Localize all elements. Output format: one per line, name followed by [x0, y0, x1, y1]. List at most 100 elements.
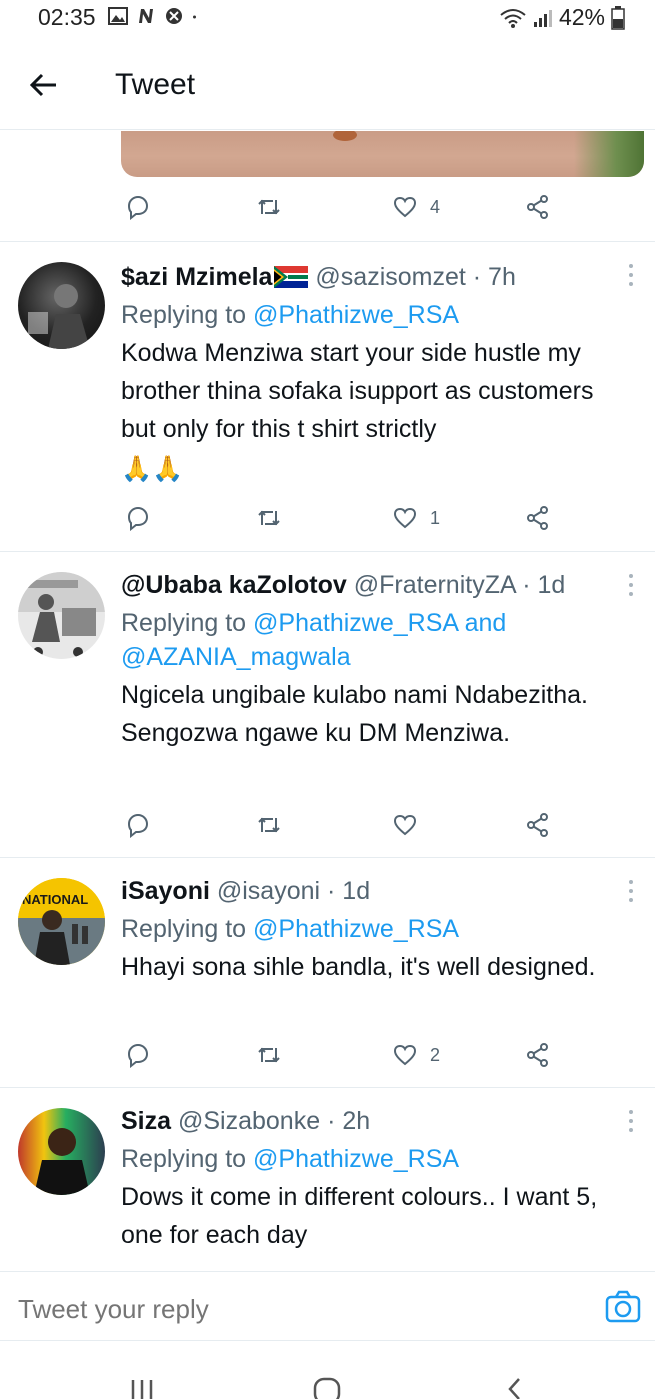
battery-percent: 42% [558, 4, 605, 30]
share-icon [527, 1043, 548, 1067]
like-count: 4 [430, 196, 441, 217]
mention-link[interactable]: @Phathizwe_RSA [253, 301, 459, 329]
mention-link[interactable]: @Phathizwe_RSA [253, 1145, 459, 1173]
more-options-icon[interactable] [627, 880, 635, 906]
username[interactable]: @FraternityZA [354, 571, 516, 599]
tweet-thread[interactable]: 4 $azi Mzimela @sazisomzet · 7h Replying… [0, 131, 655, 1271]
share-button[interactable] [525, 505, 551, 531]
n-icon [139, 9, 153, 23]
reply-icon [127, 506, 149, 531]
share-button[interactable] [525, 194, 551, 220]
like-count: 1 [430, 507, 441, 528]
replying-to: Replying to @Phathizwe_RSA [121, 1142, 635, 1176]
camera-icon[interactable] [605, 1290, 641, 1324]
retweet-icon [258, 199, 280, 215]
like-count: 2 [430, 1044, 441, 1065]
system-nav-bar [0, 1342, 655, 1399]
avatar-image [28, 284, 90, 349]
status-right: 42% [499, 4, 625, 31]
heart-icon [393, 507, 417, 529]
display-name[interactable]: iSayoni [121, 877, 210, 905]
replying-to: Replying to @Phathizwe_RSA [121, 912, 635, 946]
tweet-content: $azi Mzimela @sazisomzet · 7h Replying t… [121, 260, 635, 488]
reply-tweet[interactable]: NATIONAL iSayoni @isayoni · 1d Replying … [0, 857, 655, 1087]
retweet-button[interactable] [256, 1042, 282, 1068]
more-options-icon[interactable] [627, 574, 635, 600]
share-icon [527, 813, 548, 837]
status-left-icons [108, 6, 202, 26]
media-detail [574, 131, 644, 177]
recent-apps-icon[interactable] [128, 1372, 158, 1399]
reply-button[interactable] [125, 1042, 151, 1068]
avatar[interactable] [18, 262, 105, 349]
reply-tweet[interactable]: $azi Mzimela @sazisomzet · 7h Replying t… [0, 241, 655, 551]
svg-text:NATIONAL: NATIONAL [22, 892, 88, 907]
like-button[interactable]: 1 [392, 505, 440, 531]
tweet-header: iSayoni @isayoni · 1d [121, 874, 635, 908]
avatar[interactable] [18, 572, 105, 659]
username[interactable]: @isayoni [217, 877, 320, 905]
heart-icon [393, 1044, 417, 1066]
reply-icon [127, 813, 149, 838]
retweet-icon [258, 510, 280, 526]
like-button[interactable] [392, 812, 430, 838]
media-detail [333, 131, 357, 141]
timestamp: · 1d [522, 571, 566, 599]
display-name[interactable]: $azi Mzimela [121, 263, 272, 291]
heart-icon [393, 196, 417, 218]
reply-icon [127, 1043, 149, 1068]
tweet-content: iSayoni @isayoni · 1d Replying to @Phath… [121, 874, 635, 986]
mention-link[interactable]: @Phathizwe_RSA [253, 915, 459, 943]
retweet-button[interactable] [256, 812, 282, 838]
username[interactable]: @Sizabonke [178, 1107, 320, 1135]
status-time: 02:35 [38, 4, 96, 30]
tweet-header: Siza @Sizabonke · 2h [121, 1104, 635, 1138]
share-icon [527, 506, 548, 530]
more-options-icon[interactable] [627, 264, 635, 290]
share-button[interactable] [525, 1042, 551, 1068]
reply-tweet[interactable]: Siza @Sizabonke · 2h Replying to @Phathi… [0, 1087, 655, 1271]
top-tweet-actions: 4 [0, 194, 655, 224]
avatar[interactable] [18, 1108, 105, 1195]
share-icon [527, 195, 548, 219]
back-arrow-icon[interactable] [26, 68, 60, 102]
reply-button[interactable] [125, 812, 151, 838]
tweet-header: $azi Mzimela @sazisomzet · 7h [121, 260, 635, 294]
back-nav-icon[interactable] [500, 1372, 530, 1399]
like-button[interactable]: 4 [392, 194, 440, 220]
status-bar: 02:35 42% [0, 0, 655, 34]
avatar-image [34, 1128, 90, 1195]
avatar-image [18, 572, 105, 657]
like-button[interactable]: 2 [392, 1042, 440, 1068]
tweet-media-image[interactable] [121, 131, 644, 177]
tweet-text: Kodwa Menziwa start your side hustle my … [121, 339, 594, 443]
more-options-icon[interactable] [627, 1110, 635, 1136]
reply-button[interactable] [125, 505, 151, 531]
tweet-text: Hhayi sona sihle bandla, it's well desig… [121, 953, 596, 981]
header: Tweet [0, 40, 655, 130]
display-name[interactable]: Siza [121, 1107, 171, 1135]
timestamp: · 7h [472, 263, 516, 291]
image-icon [108, 7, 128, 25]
replying-to-label: Replying to [121, 1145, 254, 1173]
wifi-icon [500, 8, 526, 28]
retweet-button[interactable] [256, 505, 282, 531]
replying-to: Replying to @Phathizwe_RSA and @AZANIA_m… [121, 606, 635, 674]
reply-button[interactable] [125, 194, 151, 220]
reply-icon [127, 195, 149, 220]
avatar[interactable]: NATIONAL [18, 878, 105, 965]
username[interactable]: @sazisomzet [315, 263, 465, 291]
reply-input[interactable] [18, 1294, 538, 1325]
home-icon[interactable] [312, 1372, 342, 1399]
display-name[interactable]: @Ubaba kaZolotov [121, 571, 347, 599]
tweet-text: Ngicela ungibale kulabo nami Ndabezitha.… [121, 681, 588, 747]
retweet-icon [258, 1047, 280, 1063]
retweet-button[interactable] [256, 194, 282, 220]
signal-icon [533, 9, 552, 27]
dot-icon [193, 15, 196, 19]
tweet-content: @Ubaba kaZolotov @FraternityZA · 1d Repl… [121, 568, 635, 752]
share-button[interactable] [525, 812, 551, 838]
replying-to-label: Replying to [121, 915, 254, 943]
retweet-icon [258, 817, 280, 833]
reply-tweet[interactable]: @Ubaba kaZolotov @FraternityZA · 1d Repl… [0, 551, 655, 857]
